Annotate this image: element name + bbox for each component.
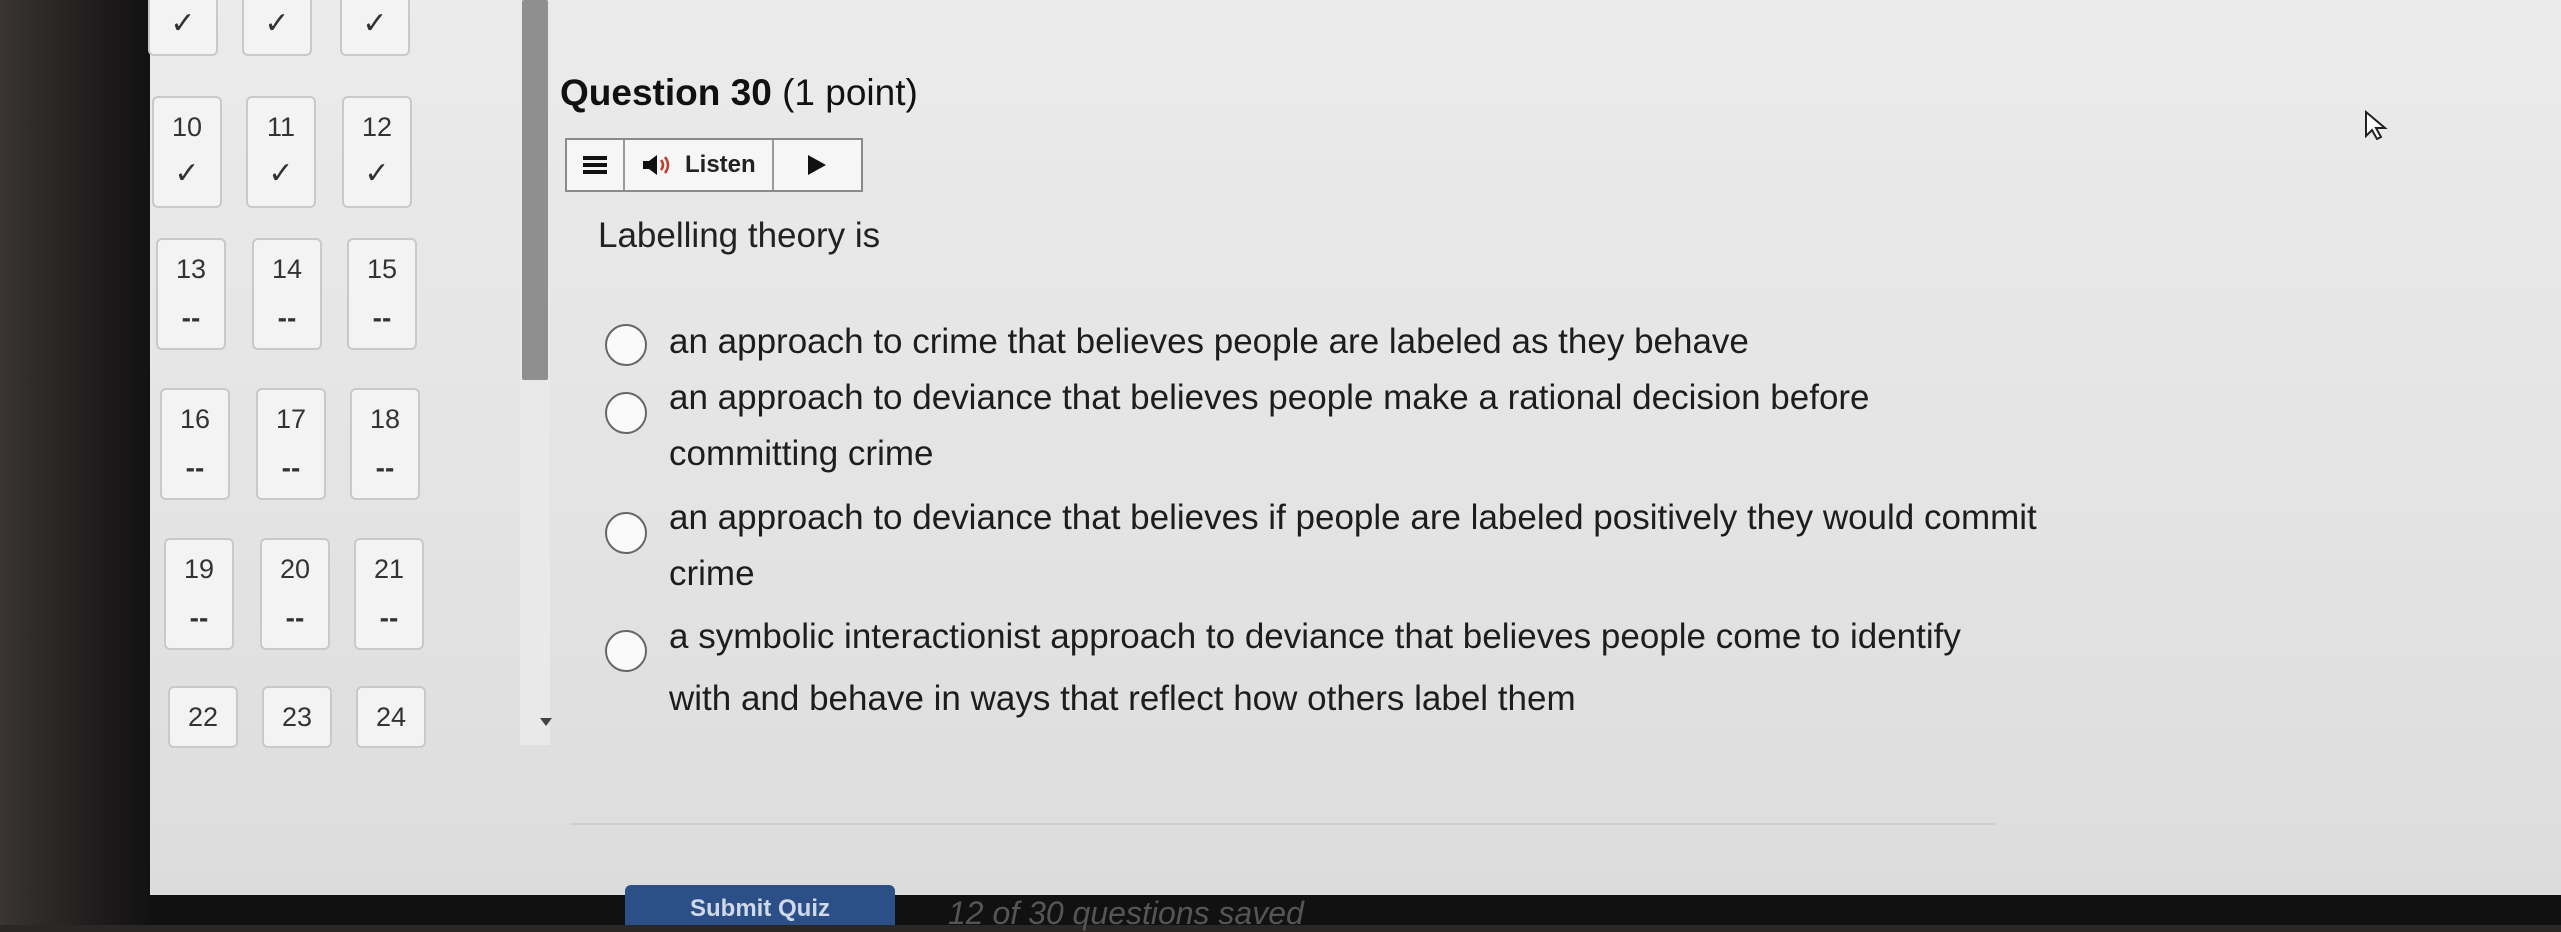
answer-option-text: an approach to deviance that believes if… — [669, 498, 2037, 593]
nav-cell-15[interactable]: 15 -- — [347, 238, 417, 350]
answered-check-icon: ✓ — [364, 157, 390, 190]
nav-cell-12[interactable]: 12 ✓ — [342, 96, 412, 208]
unanswered-status: -- — [181, 302, 201, 333]
speaker-icon — [643, 155, 670, 175]
nav-cell-number: 17 — [275, 404, 307, 434]
answer-option-2[interactable]: an approach to deviance that believes pe… — [605, 370, 2009, 482]
nav-cell-14[interactable]: 14 -- — [252, 238, 322, 350]
menu-icon — [583, 156, 607, 174]
nav-cell-number: 23 — [281, 702, 313, 732]
unanswered-status: -- — [281, 452, 301, 483]
radio-button[interactable] — [605, 512, 647, 554]
nav-cell-16[interactable]: 16 -- — [160, 388, 230, 500]
nav-cell-number: 20 — [279, 554, 311, 584]
unanswered-status: -- — [285, 602, 305, 633]
answered-check-icon: ✓ — [362, 7, 388, 40]
nav-cell-number: 22 — [187, 702, 219, 732]
listen-menu-button[interactable] — [567, 140, 625, 190]
nav-cell-11[interactable]: 11 ✓ — [246, 96, 316, 208]
nav-cell-number: 11 — [266, 112, 296, 142]
nav-cell-number: 15 — [366, 254, 398, 284]
play-icon — [808, 155, 827, 175]
radio-button[interactable] — [605, 324, 647, 366]
nav-cell-22[interactable]: 22 — [168, 686, 238, 748]
mouse-cursor-icon — [2365, 110, 2388, 140]
question-prompt: Labelling theory is — [598, 216, 881, 255]
nav-cell-number: 14 — [271, 254, 303, 284]
photo-bezel-left — [0, 0, 175, 925]
unanswered-status: -- — [375, 452, 395, 483]
nav-cell-19[interactable]: 19 -- — [164, 538, 234, 650]
nav-cell-number: 10 — [171, 112, 203, 142]
nav-cell-24[interactable]: 24 — [356, 686, 426, 748]
nav-cell-17[interactable]: 17 -- — [256, 388, 326, 500]
answer-option-text: a symbolic interactionist approach to de… — [669, 617, 1961, 718]
radio-button[interactable] — [605, 392, 647, 434]
unanswered-status: -- — [372, 302, 392, 333]
answered-check-icon: ✓ — [174, 157, 200, 190]
submit-quiz-button[interactable]: Submit Quiz — [625, 885, 895, 925]
scroll-down-arrow-icon[interactable] — [540, 718, 552, 726]
question-header: Question 30 (1 point) — [560, 72, 918, 114]
nav-cell-10[interactable]: 10 ✓ — [152, 96, 222, 208]
answer-option-1[interactable]: an approach to crime that believes peopl… — [605, 314, 2069, 370]
unanswered-status: -- — [189, 602, 209, 633]
nav-cell-23[interactable]: 23 — [262, 686, 332, 748]
nav-cell-number: 19 — [183, 554, 215, 584]
saved-status: 12 of 30 questions saved — [948, 895, 1304, 931]
unanswered-status: -- — [277, 302, 297, 333]
photo-bezel-bottom — [150, 895, 2561, 925]
nav-cell-number: 24 — [375, 702, 407, 732]
radio-button[interactable] — [605, 630, 647, 672]
nav-cell-prev-2[interactable]: ✓ — [242, 0, 312, 56]
unanswered-status: -- — [185, 452, 205, 483]
nav-cell-prev-1[interactable]: ✓ — [148, 0, 218, 56]
answer-option-4[interactable]: a symbolic interactionist approach to de… — [605, 606, 1969, 730]
nav-cell-18[interactable]: 18 -- — [350, 388, 420, 500]
question-nav-grid: ✓ ✓ ✓ 10 ✓ 11 ✓ 12 ✓ 13 -- 14 -- 15 -- 1… — [148, 0, 530, 760]
nav-cell-number: 12 — [361, 112, 393, 142]
answer-option-text: an approach to deviance that believes pe… — [669, 378, 1870, 473]
nav-cell-20[interactable]: 20 -- — [260, 538, 330, 650]
content-divider — [570, 823, 1995, 825]
answered-check-icon: ✓ — [268, 157, 294, 190]
unanswered-status: -- — [379, 602, 399, 633]
answered-check-icon: ✓ — [170, 7, 196, 40]
answered-check-icon: ✓ — [264, 7, 290, 40]
nav-cell-13[interactable]: 13 -- — [156, 238, 226, 350]
nav-cell-number: 13 — [175, 254, 207, 284]
nav-cell-number: 21 — [373, 554, 405, 584]
nav-cell-number: 18 — [369, 404, 401, 434]
listen-button[interactable]: Listen — [625, 140, 774, 190]
question-points: (1 point) — [782, 72, 918, 113]
listen-toolbar: Listen — [565, 138, 863, 192]
nav-scrollbar-thumb[interactable] — [522, 0, 548, 380]
play-button[interactable] — [774, 155, 861, 175]
question-number: Question 30 — [560, 72, 772, 113]
nav-cell-prev-3[interactable]: ✓ — [340, 0, 410, 56]
answer-option-text: an approach to crime that believes peopl… — [669, 322, 1749, 361]
nav-cell-21[interactable]: 21 -- — [354, 538, 424, 650]
listen-label: Listen — [685, 151, 756, 178]
answer-option-3[interactable]: an approach to deviance that believes if… — [605, 490, 2049, 602]
nav-cell-number: 16 — [179, 404, 211, 434]
